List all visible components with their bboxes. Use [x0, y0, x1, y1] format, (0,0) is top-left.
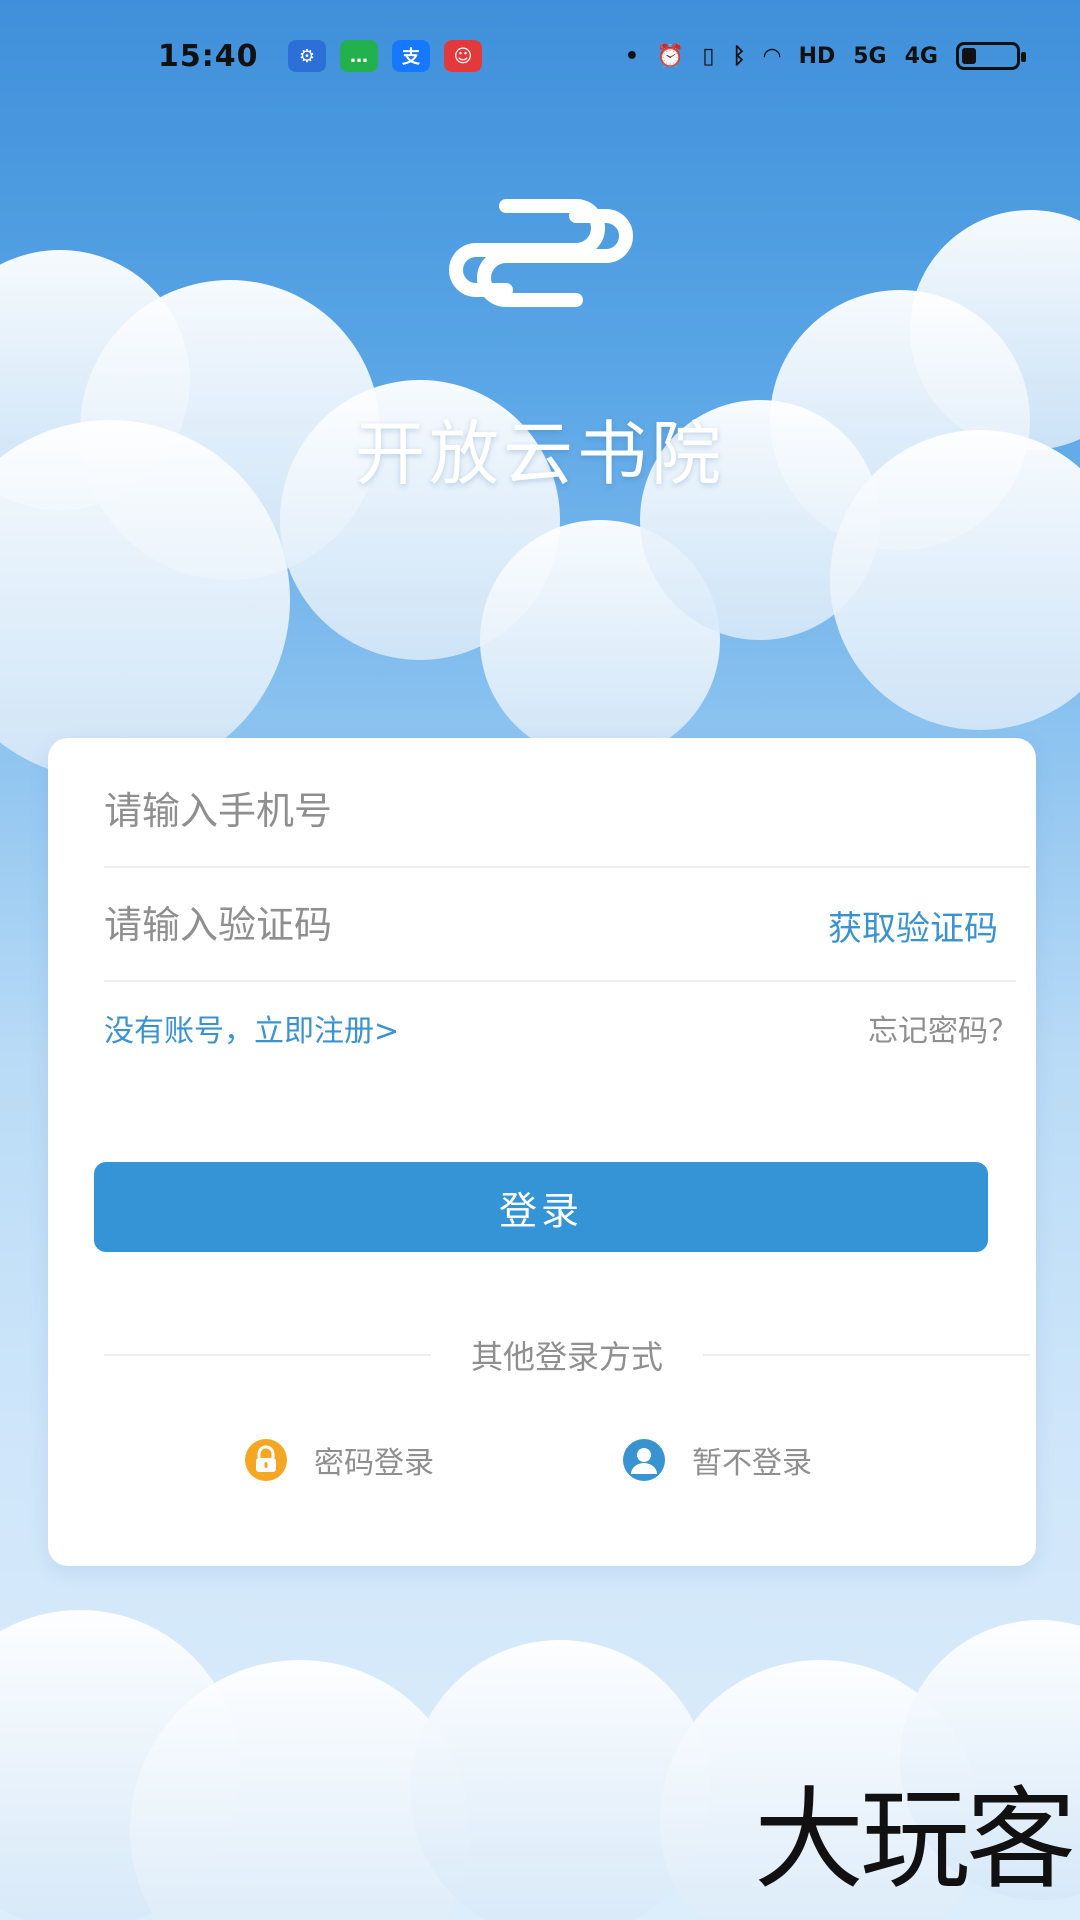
- forgot-password-link[interactable]: 忘记密码？: [868, 1006, 1018, 1050]
- login-button[interactable]: 登录: [94, 1162, 988, 1252]
- bluetooth-icon: ᛒ: [732, 43, 746, 69]
- jd-app-icon: ☺: [444, 40, 482, 72]
- status-time: 15:40: [158, 38, 259, 74]
- other-login-divider: 其他登录方式: [104, 1332, 1031, 1378]
- battery-icon: [956, 42, 1026, 70]
- app-title: 开放云书院: [355, 413, 725, 495]
- signal-4g-icon: 4G: [904, 43, 938, 69]
- message-app-icon: …: [340, 40, 378, 72]
- lock-icon: [245, 1439, 287, 1481]
- guest-login-button[interactable]: 暂不登录: [622, 1438, 812, 1482]
- divider-line-left: [104, 1354, 431, 1356]
- status-indicators: • ⏰ ▯ ᛒ ◠ HD 5G 4G: [624, 42, 1026, 70]
- divider-line-right: [703, 1354, 1031, 1356]
- login-card: 获取验证码 没有账号，立即注册> 忘记密码？ 登录 其他登录方式 密码登录: [48, 738, 1036, 1566]
- get-code-button[interactable]: 获取验证码: [828, 901, 998, 950]
- status-app-icons: ⚙ … 支 ☺: [288, 40, 482, 72]
- signal-5g-icon: 5G: [853, 43, 887, 69]
- other-login-title: 其他登录方式: [471, 1338, 664, 1376]
- password-login-button[interactable]: 密码登录: [244, 1438, 434, 1482]
- app-logo-icon: [449, 199, 633, 307]
- phone-field-row: [104, 756, 1030, 868]
- code-field-row: 获取验证码: [104, 870, 1016, 982]
- password-login-label: 密码登录: [314, 1446, 434, 1481]
- hd-badge: HD: [798, 43, 836, 69]
- vibrate-icon: ▯: [702, 43, 715, 69]
- guest-login-label: 暂不登录: [692, 1446, 812, 1481]
- status-bar: 15:40 ⚙ … 支 ☺ • ⏰ ▯ ᛒ ◠ HD 5G 4G: [0, 0, 1080, 112]
- dot-icon: •: [624, 43, 639, 69]
- auth-links-row: 没有账号，立即注册> 忘记密码？: [104, 1006, 1018, 1050]
- phone-input[interactable]: [104, 756, 1030, 866]
- verification-code-input[interactable]: [104, 870, 828, 980]
- user-icon: [623, 1439, 665, 1481]
- alt-login-options: 密码登录 暂不登录: [48, 1438, 1036, 1498]
- wifi-icon: ◠: [763, 43, 781, 69]
- alarm-icon: ⏰: [656, 43, 685, 69]
- metro-app-icon: ⚙: [288, 40, 326, 72]
- watermark-text: 大玩客: [754, 1776, 1076, 1904]
- register-link[interactable]: 没有账号，立即注册>: [104, 1006, 399, 1050]
- alipay-app-icon: 支: [392, 40, 430, 72]
